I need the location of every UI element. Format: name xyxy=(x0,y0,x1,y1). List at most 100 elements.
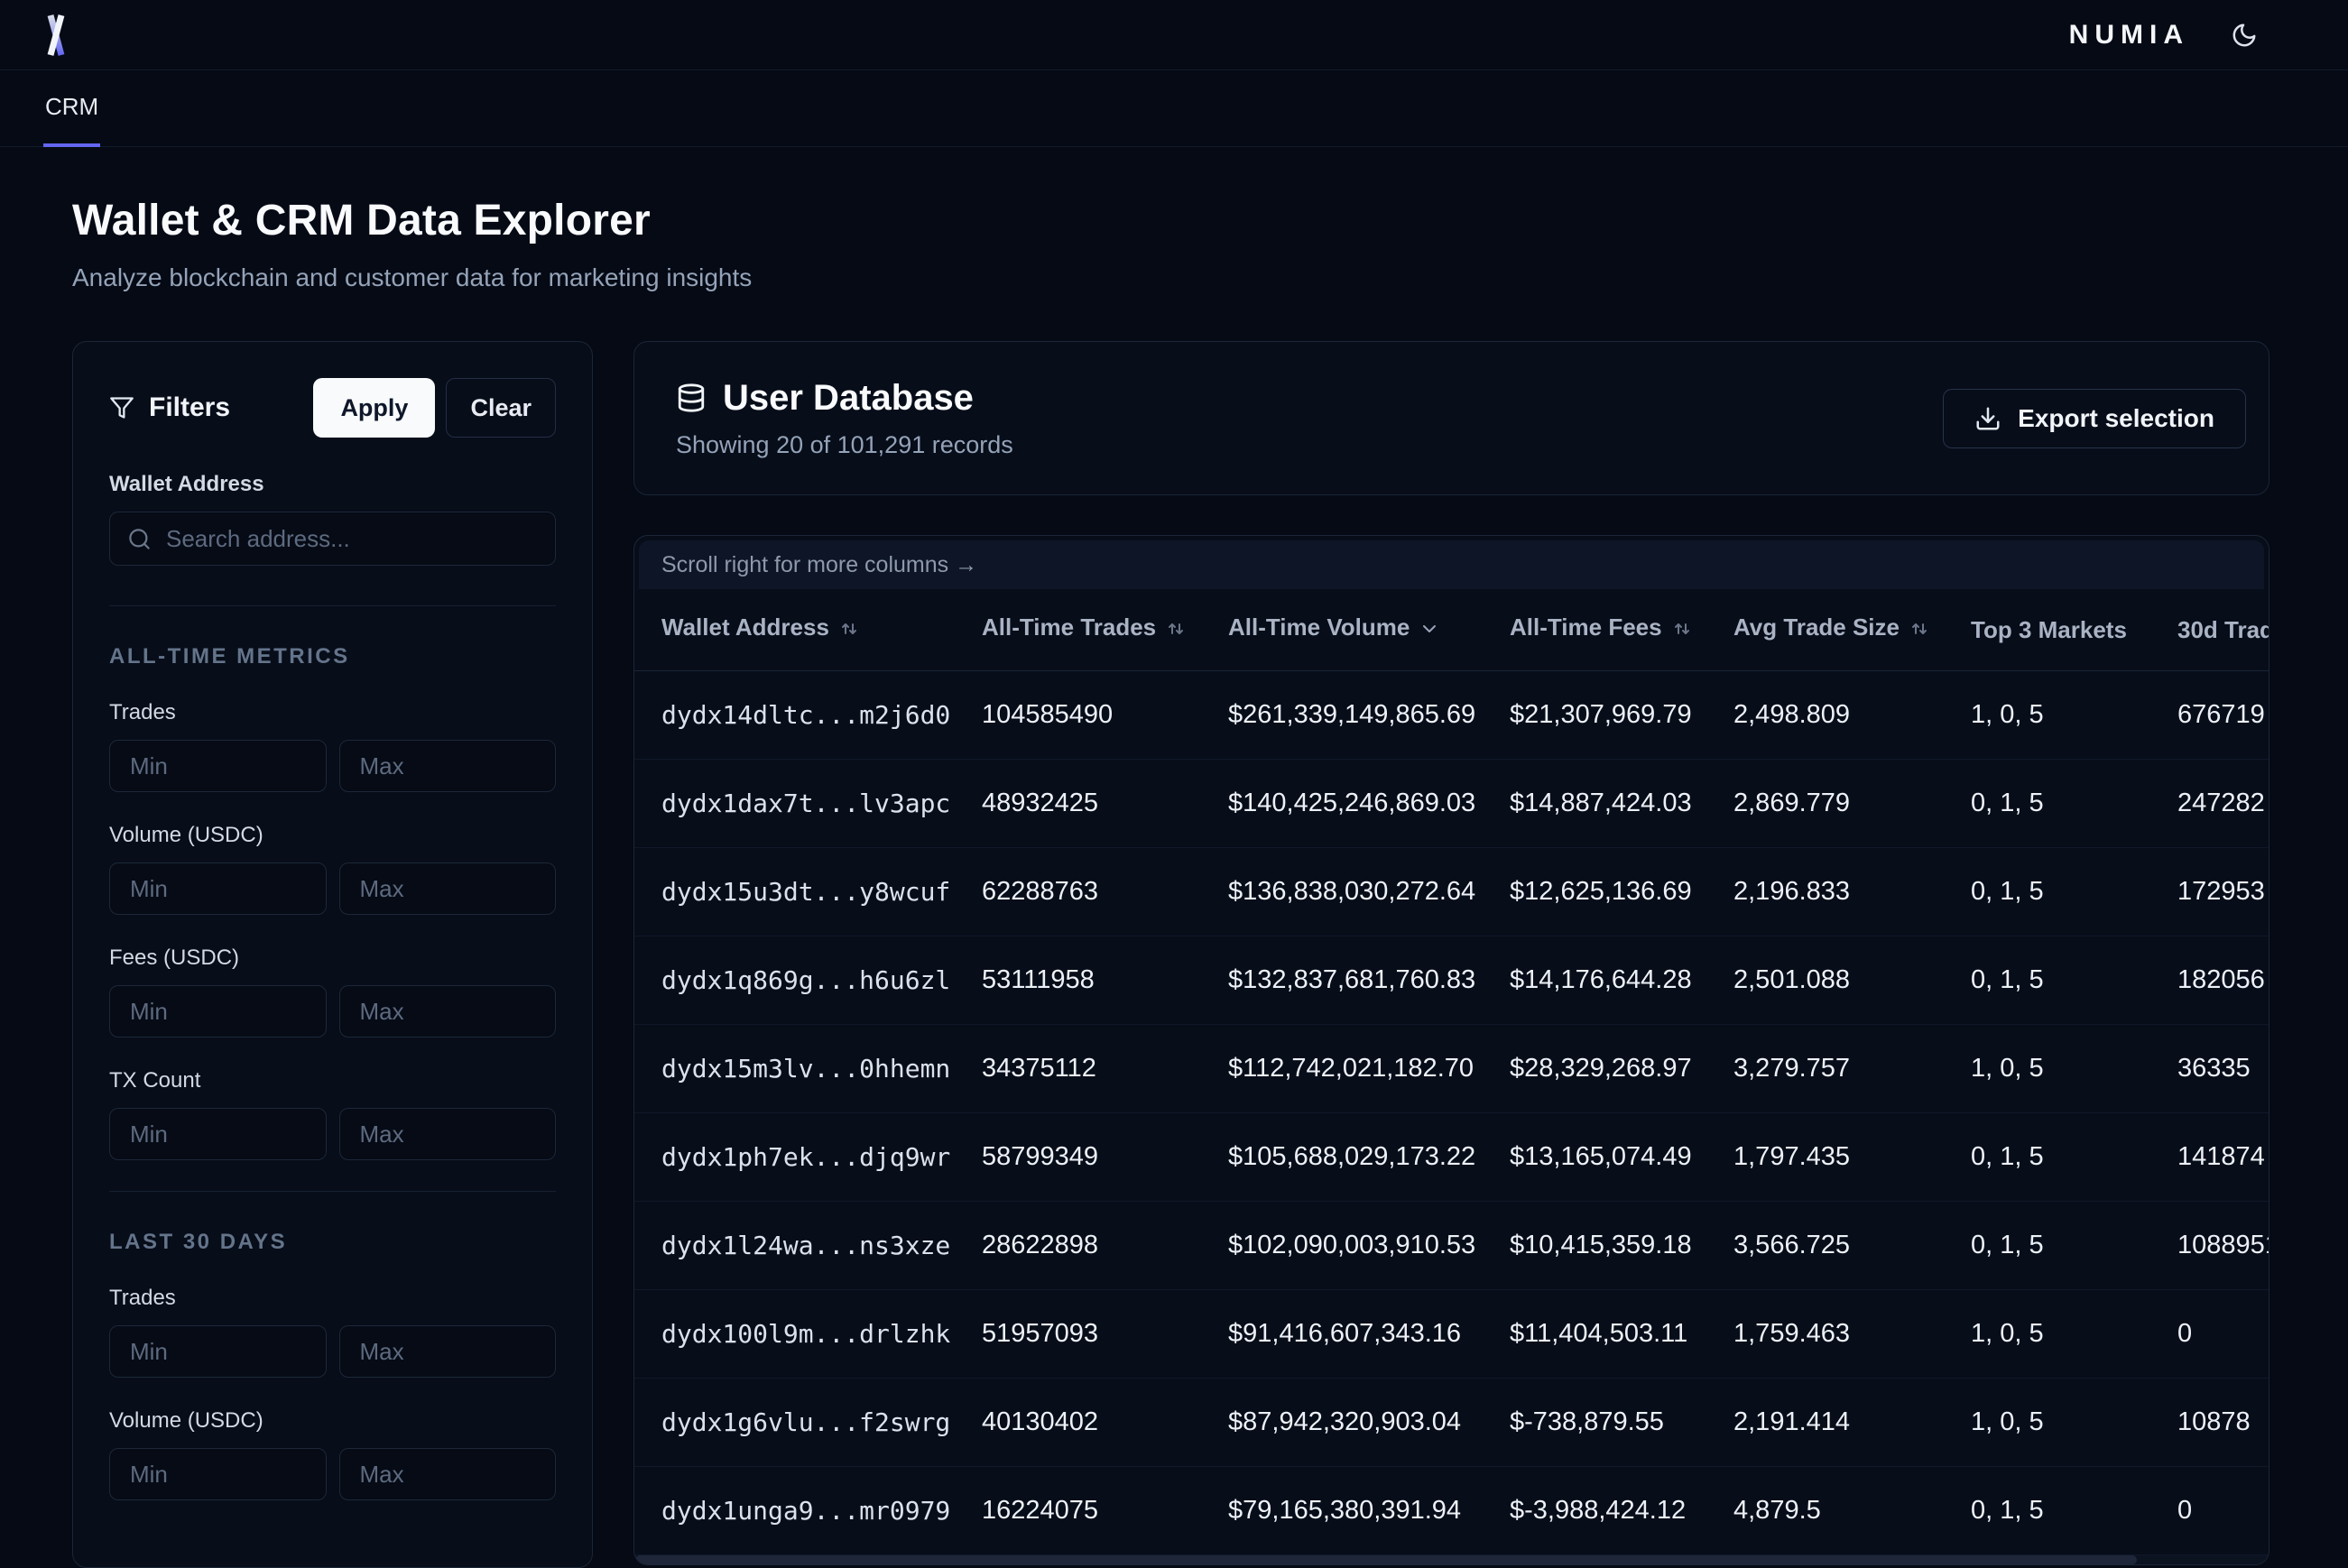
cell-avg-trade-size: 2,501.088 xyxy=(1706,936,1944,1025)
cell-30d-trades: 247282 xyxy=(2150,760,2269,848)
column-header-all-time-trades[interactable]: All-Time Trades xyxy=(955,589,1201,671)
max-input-tx-count[interactable] xyxy=(339,1108,557,1160)
export-selection-button[interactable]: Export selection xyxy=(1943,389,2246,448)
cell-wallet-address: dydx15m3lv...0hhemn xyxy=(634,1025,955,1113)
column-label: Avg Trade Size xyxy=(1733,613,1900,641)
cell-wallet-address: dydx1ph7ek...djq9wr xyxy=(634,1113,955,1202)
scrollbar-thumb[interactable] xyxy=(635,1555,2137,1564)
cell-avg-trade-size: 2,191.414 xyxy=(1706,1379,1944,1467)
numia-logo[interactable] xyxy=(43,13,69,58)
min-input-volume-usdc[interactable] xyxy=(109,1448,327,1500)
table-scroll-area[interactable]: Wallet Address All-Time Trades All-Time Vo… xyxy=(634,589,2269,1555)
table-row[interactable]: dydx1unga9...mr097916224075$79,165,380,3… xyxy=(634,1467,2269,1555)
cell-wallet-address: dydx100l9m...drlzhk xyxy=(634,1290,955,1379)
database-title: User Database xyxy=(723,378,974,419)
cell-all-time-trades: 53111958 xyxy=(955,936,1201,1025)
theme-toggle-button[interactable] xyxy=(2231,22,2258,49)
sort-icon xyxy=(838,618,860,646)
cell-avg-trade-size: 2,498.809 xyxy=(1706,671,1944,760)
min-input-volume-usdc[interactable] xyxy=(109,862,327,915)
cell-top-3-markets: 0, 1, 5 xyxy=(1944,848,2150,936)
logo-x-icon xyxy=(43,13,69,58)
cell-top-3-markets: 1, 0, 5 xyxy=(1944,1290,2150,1379)
search-icon xyxy=(127,527,152,551)
cell-all-time-volume: $102,090,003,910.53 xyxy=(1201,1202,1483,1290)
column-label: Top 3 Markets xyxy=(1971,616,2127,643)
column-header-wallet-address[interactable]: Wallet Address xyxy=(634,589,955,671)
cell-all-time-fees: $13,165,074.49 xyxy=(1483,1113,1706,1202)
sort-icon xyxy=(1909,618,1930,646)
filter-field-trades: Trades xyxy=(109,700,556,792)
cell-all-time-volume: $136,838,030,272.64 xyxy=(1201,848,1483,936)
max-input-trades[interactable] xyxy=(339,1325,557,1378)
table-row[interactable]: dydx15u3dt...y8wcuf62288763$136,838,030,… xyxy=(634,848,2269,936)
apply-button[interactable]: Apply xyxy=(313,378,435,438)
page-subtitle: Analyze blockchain and customer data for… xyxy=(72,263,2269,292)
cell-30d-trades: 676719 xyxy=(2150,671,2269,760)
min-input-fees-usdc[interactable] xyxy=(109,985,327,1038)
filter-field-label: Volume (USDC) xyxy=(109,1408,556,1434)
cell-all-time-fees: $14,887,424.03 xyxy=(1483,760,1706,848)
cell-all-time-trades: 48932425 xyxy=(955,760,1201,848)
cell-all-time-trades: 58799349 xyxy=(955,1113,1201,1202)
tab-crm[interactable]: CRM xyxy=(43,93,100,146)
cell-avg-trade-size: 1,797.435 xyxy=(1706,1113,1944,1202)
cell-all-time-volume: $91,416,607,343.16 xyxy=(1201,1290,1483,1379)
column-label: 30d Trades xyxy=(2177,616,2269,643)
divider xyxy=(109,605,556,606)
cell-wallet-address: dydx15u3dt...y8wcuf xyxy=(634,848,955,936)
table-row[interactable]: dydx15m3lv...0hhemn34375112$112,742,021,… xyxy=(634,1025,2269,1113)
table-row[interactable]: dydx1q869g...h6u6zl53111958$132,837,681,… xyxy=(634,936,2269,1025)
cell-top-3-markets: 0, 1, 5 xyxy=(1944,1113,2150,1202)
cell-avg-trade-size: 1,759.463 xyxy=(1706,1290,1944,1379)
user-table-card: Scroll right for more columns → Wallet A… xyxy=(633,535,2269,1565)
cell-30d-trades: 182056 xyxy=(2150,936,2269,1025)
cell-wallet-address: dydx14dltc...m2j6d0 xyxy=(634,671,955,760)
min-input-trades[interactable] xyxy=(109,1325,327,1378)
table-header-row: Wallet Address All-Time Trades All-Time Vo… xyxy=(634,589,2269,671)
column-header-all-time-fees[interactable]: All-Time Fees xyxy=(1483,589,1706,671)
clear-button[interactable]: Clear xyxy=(446,378,556,438)
filter-field-trades: Trades xyxy=(109,1286,556,1378)
cell-wallet-address: dydx1g6vlu...f2swrg xyxy=(634,1379,955,1467)
table-row[interactable]: dydx1ph7ek...djq9wr58799349$105,688,029,… xyxy=(634,1113,2269,1202)
wallet-search-input[interactable] xyxy=(109,512,556,566)
filters-panel: Filters Apply Clear Wallet Address ALL-T… xyxy=(72,341,593,1568)
column-header-top-3-markets: Top 3 Markets xyxy=(1944,589,2150,671)
cell-all-time-fees: $21,307,969.79 xyxy=(1483,671,1706,760)
max-input-volume-usdc[interactable] xyxy=(339,862,557,915)
max-input-trades[interactable] xyxy=(339,740,557,792)
main-content: Wallet & CRM Data Explorer Analyze block… xyxy=(0,147,2348,1568)
horizontal-scrollbar[interactable] xyxy=(635,1555,2268,1564)
cell-all-time-trades: 51957093 xyxy=(955,1290,1201,1379)
sort-icon xyxy=(1165,618,1187,646)
table-row[interactable]: dydx100l9m...drlzhk51957093$91,416,607,3… xyxy=(634,1290,2269,1379)
cell-30d-trades: 141874 xyxy=(2150,1113,2269,1202)
table-row[interactable]: dydx1dax7t...lv3apc48932425$140,425,246,… xyxy=(634,760,2269,848)
filter-field-volume-usdc: Volume (USDC) xyxy=(109,823,556,915)
cell-30d-trades: 10878 xyxy=(2150,1379,2269,1467)
table-row[interactable]: dydx14dltc...m2j6d0104585490$261,339,149… xyxy=(634,671,2269,760)
table-row[interactable]: dydx1l24wa...ns3xze28622898$102,090,003,… xyxy=(634,1202,2269,1290)
sort-icon xyxy=(1671,618,1693,646)
max-input-volume-usdc[interactable] xyxy=(339,1448,557,1500)
cell-all-time-volume: $132,837,681,760.83 xyxy=(1201,936,1483,1025)
cell-avg-trade-size: 3,279.757 xyxy=(1706,1025,1944,1113)
column-header-all-time-volume[interactable]: All-Time Volume xyxy=(1201,589,1483,671)
min-input-tx-count[interactable] xyxy=(109,1108,327,1160)
cell-top-3-markets: 1, 0, 5 xyxy=(1944,671,2150,760)
column-header-30d-trades: 30d Trades xyxy=(2150,589,2269,671)
filter-funnel-icon xyxy=(109,395,134,420)
cell-all-time-volume: $140,425,246,869.03 xyxy=(1201,760,1483,848)
max-input-fees-usdc[interactable] xyxy=(339,985,557,1038)
cell-30d-trades: 0 xyxy=(2150,1290,2269,1379)
cell-wallet-address: dydx1dax7t...lv3apc xyxy=(634,760,955,848)
column-header-avg-trade-size[interactable]: Avg Trade Size xyxy=(1706,589,1944,671)
filters-title: Filters xyxy=(149,392,313,423)
filter-field-tx-count: TX Count xyxy=(109,1068,556,1160)
min-input-trades[interactable] xyxy=(109,740,327,792)
cell-avg-trade-size: 3,566.725 xyxy=(1706,1202,1944,1290)
cell-all-time-trades: 28622898 xyxy=(955,1202,1201,1290)
column-label: All-Time Trades xyxy=(982,613,1156,641)
table-row[interactable]: dydx1g6vlu...f2swrg40130402$87,942,320,9… xyxy=(634,1379,2269,1467)
